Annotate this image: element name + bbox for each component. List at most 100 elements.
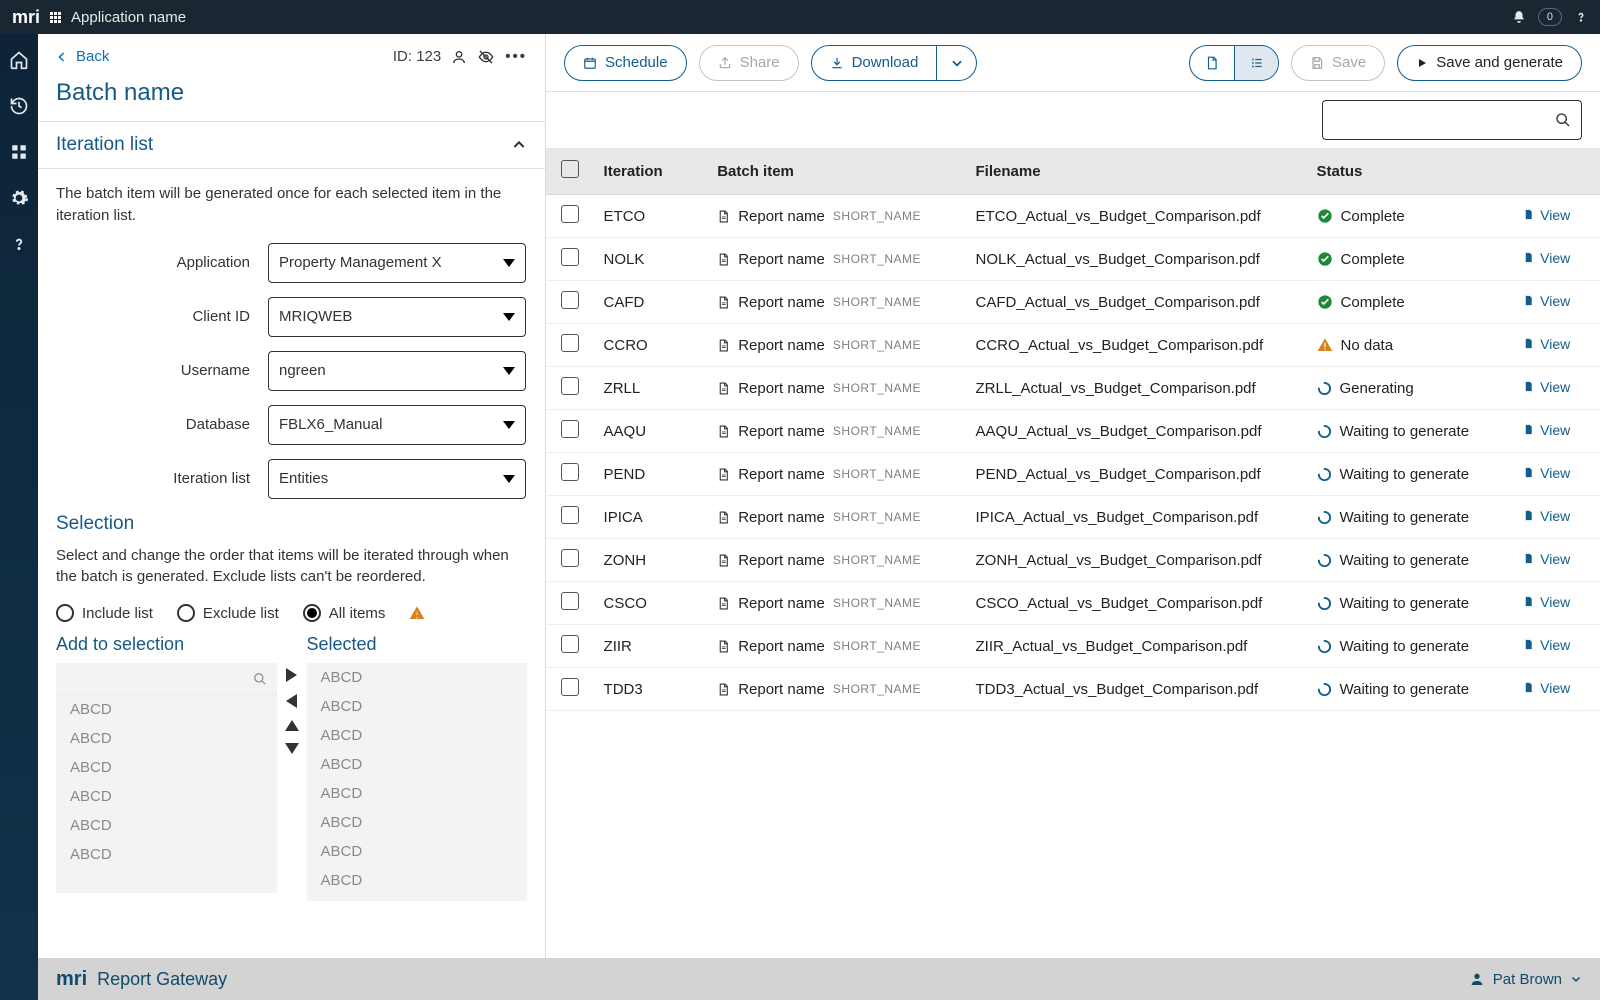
logo: mri (12, 7, 40, 28)
view-link[interactable]: View (1523, 336, 1570, 352)
row-checkbox[interactable] (561, 377, 579, 395)
list-item[interactable]: ABCD (307, 808, 528, 837)
home-icon[interactable] (9, 50, 29, 70)
view-link[interactable]: View (1523, 680, 1570, 696)
move-right-button[interactable] (286, 668, 297, 682)
view-link[interactable]: View (1523, 422, 1570, 438)
view-link[interactable]: View (1523, 207, 1570, 223)
search-icon (253, 672, 267, 686)
search-input[interactable] (1322, 100, 1582, 140)
selected-header: Selected (307, 634, 528, 655)
hidden-icon[interactable] (477, 49, 495, 65)
schedule-button[interactable]: Schedule (564, 45, 687, 81)
row-checkbox[interactable] (561, 592, 579, 610)
list-item[interactable]: ABCD (56, 811, 277, 840)
radio-include[interactable]: Include list (56, 604, 153, 622)
table-row: ZIIRReport name SHORT_NAMEZIIR_Actual_vs… (546, 625, 1600, 668)
view-link[interactable]: View (1523, 465, 1570, 481)
row-checkbox[interactable] (561, 420, 579, 438)
topbar: mri Application name 0 (0, 0, 1600, 34)
select-all-checkbox[interactable] (561, 160, 579, 178)
view-link[interactable]: View (1523, 637, 1570, 653)
status-icon (1317, 682, 1332, 697)
save-generate-button[interactable]: Save and generate (1397, 45, 1582, 81)
cell-filename: AAQU_Actual_vs_Budget_Comparison.pdf (966, 410, 1307, 453)
row-checkbox[interactable] (561, 635, 579, 653)
cell-filename: TDD3_Actual_vs_Budget_Comparison.pdf (966, 668, 1307, 711)
cell-filename: ETCO_Actual_vs_Budget_Comparison.pdf (966, 195, 1307, 238)
list-item[interactable]: ABCD (56, 782, 277, 811)
view-link[interactable]: View (1523, 508, 1570, 524)
grid-icon[interactable] (9, 142, 29, 162)
move-left-button[interactable] (286, 694, 297, 708)
add-list-search[interactable] (56, 663, 277, 695)
help-icon[interactable] (1574, 10, 1588, 24)
clientid-select[interactable]: MRIQWEB (268, 297, 526, 337)
download-button[interactable]: Download (811, 45, 938, 81)
view-list[interactable] (1234, 46, 1278, 80)
cell-iteration: CSCO (594, 582, 708, 625)
row-checkbox[interactable] (561, 205, 579, 223)
caret-down-icon (503, 313, 515, 321)
row-checkbox[interactable] (561, 549, 579, 567)
gear-icon[interactable] (9, 188, 29, 208)
iteration-section-header[interactable]: Iteration list (38, 122, 545, 169)
file-icon (717, 381, 730, 396)
more-icon[interactable]: ••• (505, 48, 527, 65)
share-button: Share (699, 45, 799, 81)
row-checkbox[interactable] (561, 506, 579, 524)
database-select[interactable]: FBLX6_Manual (268, 405, 526, 445)
table-row: CSCOReport name SHORT_NAMECSCO_Actual_vs… (546, 582, 1600, 625)
bell-icon[interactable] (1512, 10, 1526, 24)
view-toggle (1189, 45, 1279, 81)
list-item[interactable]: ABCD (56, 724, 277, 753)
status-icon (1317, 251, 1333, 267)
list-item[interactable]: ABCD (307, 837, 528, 866)
list-item[interactable]: ABCD (56, 840, 277, 869)
download-dropdown[interactable] (937, 45, 977, 81)
list-item[interactable]: ABCD (307, 779, 528, 808)
list-item[interactable]: ABCD (307, 663, 528, 692)
move-up-button[interactable] (285, 720, 299, 731)
list-item[interactable]: ABCD (307, 866, 528, 895)
username-select[interactable]: ngreen (268, 351, 526, 391)
application-select[interactable]: Property Management X (268, 243, 526, 283)
selection-desc: Select and change the order that items w… (56, 545, 527, 589)
right-panel: Schedule Share Download (546, 34, 1600, 958)
user-menu[interactable]: Pat Brown (1469, 971, 1582, 988)
move-down-button[interactable] (285, 743, 299, 754)
row-checkbox[interactable] (561, 678, 579, 696)
row-checkbox[interactable] (561, 463, 579, 481)
radio-exclude[interactable]: Exclude list (177, 604, 279, 622)
view-link[interactable]: View (1523, 551, 1570, 567)
radio-all[interactable]: All items (303, 604, 386, 622)
user-icon[interactable] (451, 49, 467, 65)
notif-count-badge[interactable]: 0 (1538, 8, 1562, 26)
view-link[interactable]: View (1523, 293, 1570, 309)
help-sidebar-icon[interactable] (9, 234, 29, 254)
list-item[interactable]: ABCD (56, 753, 277, 782)
row-checkbox[interactable] (561, 248, 579, 266)
iteration-select[interactable]: Entities (268, 459, 526, 499)
view-doc[interactable] (1190, 46, 1234, 80)
file-icon (717, 682, 730, 697)
history-icon[interactable] (9, 96, 29, 116)
row-checkbox[interactable] (561, 291, 579, 309)
view-link[interactable]: View (1523, 594, 1570, 610)
back-button[interactable]: Back (56, 48, 109, 65)
list-item[interactable]: ABCD (56, 695, 277, 724)
list-item[interactable]: ABCD (307, 750, 528, 779)
row-checkbox[interactable] (561, 334, 579, 352)
list-item[interactable]: ABCD (307, 692, 528, 721)
cell-batch: Report name SHORT_NAME (717, 595, 955, 612)
list-item[interactable]: ABCD (307, 721, 528, 750)
app-switcher-icon[interactable] (50, 12, 61, 23)
view-link[interactable]: View (1523, 379, 1570, 395)
view-link[interactable]: View (1523, 250, 1570, 266)
cell-status: Complete (1317, 294, 1504, 311)
footer-logo: mri (56, 968, 87, 991)
cell-status: Waiting to generate (1317, 509, 1504, 526)
cell-batch: Report name SHORT_NAME (717, 423, 955, 440)
warning-icon (409, 605, 425, 621)
file-icon (717, 639, 730, 654)
